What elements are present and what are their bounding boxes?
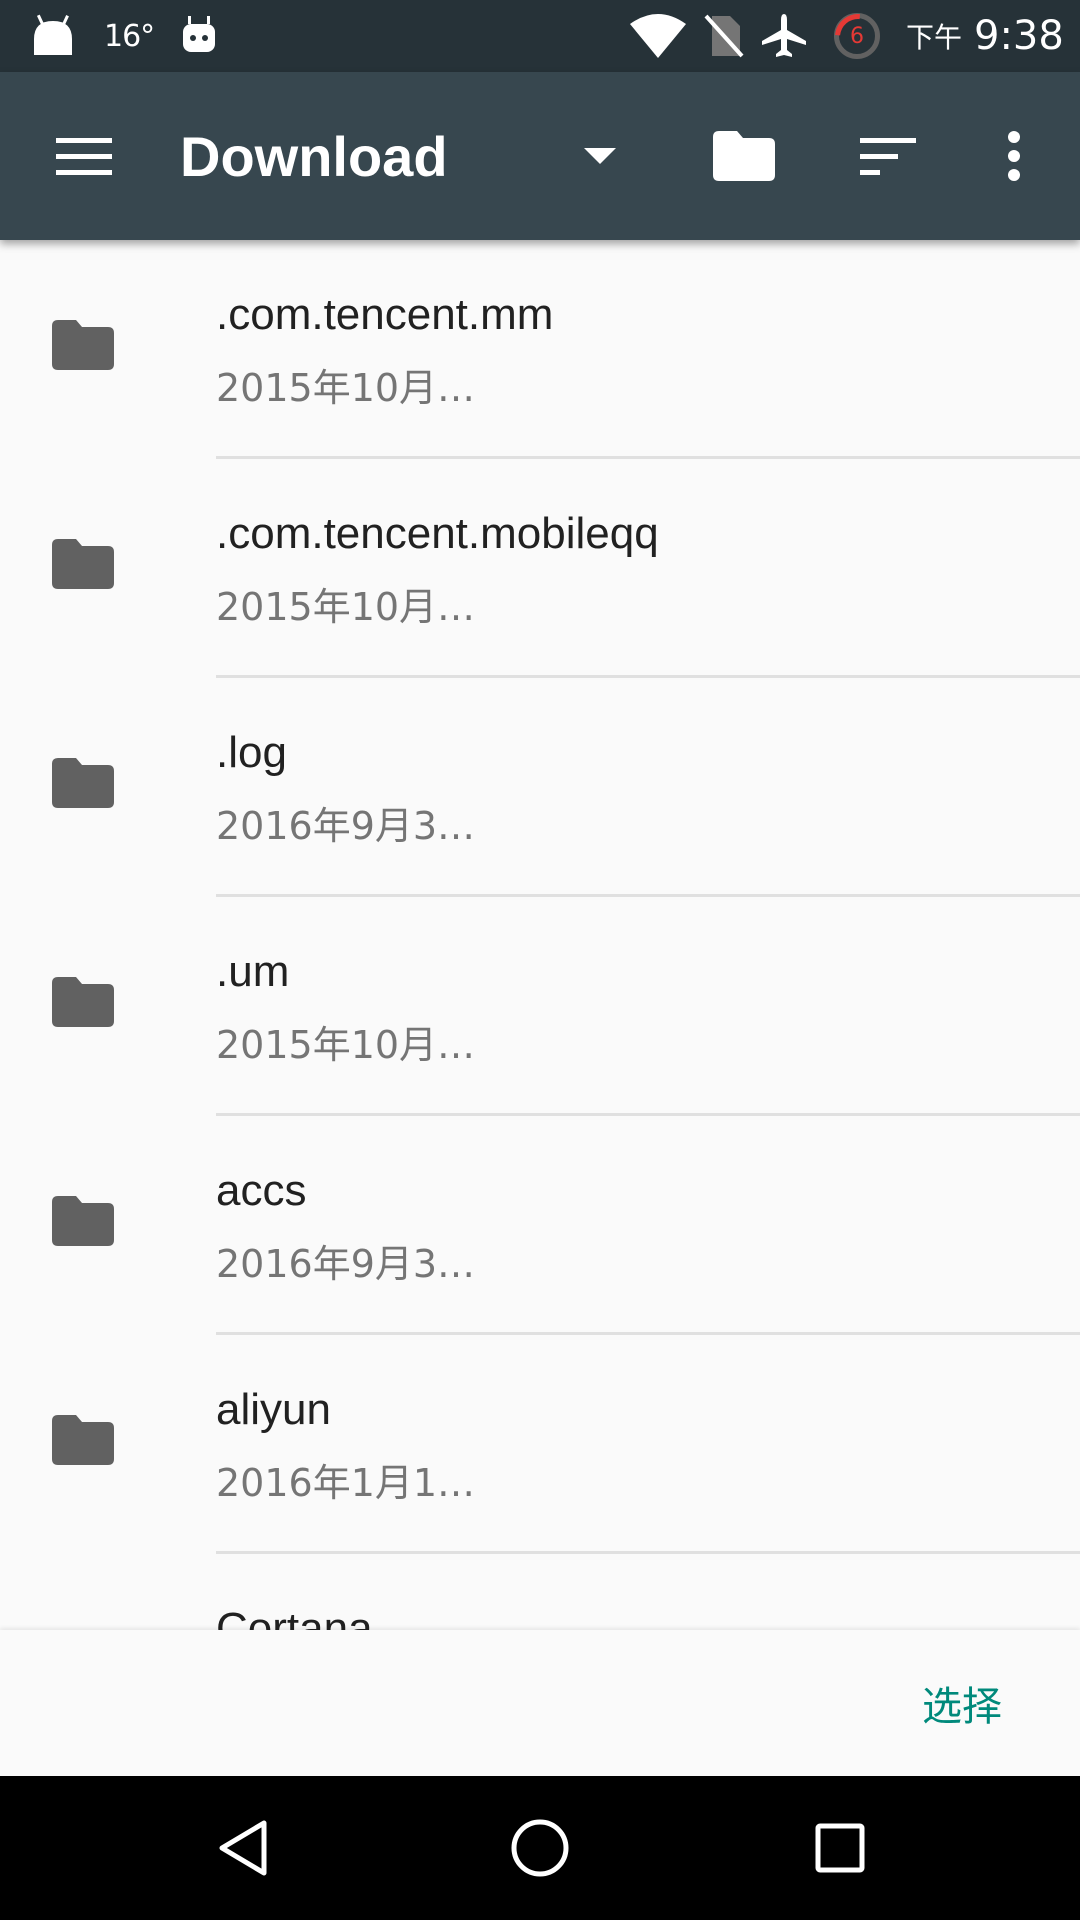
file-name: .log xyxy=(216,728,287,777)
file-date: 2015年10月… xyxy=(216,585,476,629)
wifi-icon xyxy=(630,0,686,72)
recents-icon[interactable] xyxy=(770,1776,910,1920)
file-date: 2016年9月3… xyxy=(216,1242,476,1286)
folder-icon xyxy=(52,758,114,812)
list-item[interactable]: accs 2016年9月3… xyxy=(0,1116,1080,1335)
file-list: .com.tencent.mm 2015年10月… .com.tencent.m… xyxy=(0,240,1080,1630)
status-bar: 16° 6 下午 9:38 xyxy=(0,0,1080,72)
list-item[interactable]: Cortana xyxy=(0,1554,1080,1630)
file-date: 2016年9月3… xyxy=(216,804,476,848)
file-name: aliyun xyxy=(216,1385,331,1434)
file-date: 2016年1月1… xyxy=(216,1461,476,1505)
airplane-icon xyxy=(760,0,808,72)
folder-icon xyxy=(52,977,114,1031)
file-name: Cortana xyxy=(216,1604,373,1630)
file-date: 2015年10月… xyxy=(216,1023,476,1067)
list-item[interactable]: .com.tencent.mm 2015年10月… xyxy=(0,240,1080,459)
no-sim-icon xyxy=(704,0,744,72)
folder-icon xyxy=(52,539,114,593)
folder-icon xyxy=(52,320,114,374)
file-date: 2015年10月… xyxy=(216,366,476,410)
file-name: .com.tencent.mobileqq xyxy=(216,509,659,558)
sort-icon[interactable] xyxy=(846,72,930,240)
file-name: .com.tencent.mm xyxy=(216,290,554,339)
android-icon xyxy=(30,0,76,72)
more-vert-icon[interactable] xyxy=(984,72,1044,240)
clock: 9:38 xyxy=(974,13,1064,59)
select-button[interactable]: 选择 xyxy=(922,1630,1002,1776)
list-item[interactable]: .um 2015年10月… xyxy=(0,897,1080,1116)
temperature: 16° xyxy=(104,18,155,54)
folder-icon xyxy=(52,1196,114,1250)
dropdown-icon[interactable] xyxy=(570,72,630,240)
list-item[interactable]: .com.tencent.mobileqq 2015年10月… xyxy=(0,459,1080,678)
file-name: accs xyxy=(216,1166,307,1215)
toolbar: Download xyxy=(0,72,1080,240)
robot-icon xyxy=(180,0,218,72)
navigation-bar xyxy=(0,1776,1080,1920)
home-icon[interactable] xyxy=(470,1776,610,1920)
list-item[interactable]: aliyun 2016年1月1… xyxy=(0,1335,1080,1554)
time-period: 下午 xyxy=(906,21,963,54)
new-folder-icon[interactable] xyxy=(700,72,788,240)
file-name: .um xyxy=(216,947,290,996)
folder-icon xyxy=(52,1415,114,1469)
action-bar: 选择 xyxy=(0,1630,1080,1776)
page-title[interactable]: Download xyxy=(180,72,448,240)
back-icon[interactable] xyxy=(172,1776,312,1920)
menu-icon[interactable] xyxy=(42,72,126,240)
list-item[interactable]: .log 2016年9月3… xyxy=(0,678,1080,897)
notification-badge: 6 xyxy=(834,13,880,59)
